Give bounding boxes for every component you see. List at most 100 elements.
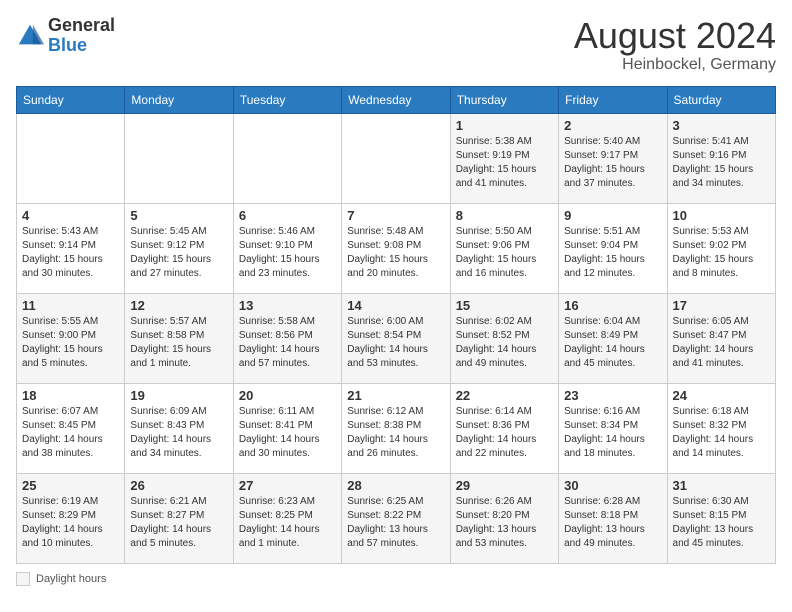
day-number: 29 — [456, 478, 553, 493]
day-number: 21 — [347, 388, 444, 403]
day-number: 28 — [347, 478, 444, 493]
day-info: Sunrise: 6:00 AM Sunset: 8:54 PM Dayligh… — [347, 315, 444, 371]
day-number: 1 — [456, 118, 553, 133]
calendar-cell: 1 Sunrise: 5:38 AM Sunset: 9:19 PM Daylig… — [450, 113, 558, 203]
day-number: 26 — [130, 478, 227, 493]
calendar-cell: 7 Sunrise: 5:48 AM Sunset: 9:08 PM Daylig… — [342, 203, 450, 293]
logo-blue: Blue — [48, 35, 87, 55]
day-number: 4 — [22, 208, 119, 223]
day-header-saturday: Saturday — [667, 86, 775, 113]
day-info: Sunrise: 6:12 AM Sunset: 8:38 PM Dayligh… — [347, 405, 444, 461]
day-info: Sunrise: 6:02 AM Sunset: 8:52 PM Dayligh… — [456, 315, 553, 371]
logo-general: General — [48, 15, 115, 35]
day-info: Sunrise: 6:21 AM Sunset: 8:27 PM Dayligh… — [130, 495, 227, 551]
calendar-cell: 27 Sunrise: 6:23 AM Sunset: 8:25 PM Dayli… — [233, 473, 341, 563]
calendar-week-row: 1 Sunrise: 5:38 AM Sunset: 9:19 PM Daylig… — [17, 113, 776, 203]
day-info: Sunrise: 5:55 AM Sunset: 9:00 PM Dayligh… — [22, 315, 119, 371]
day-number: 13 — [239, 298, 336, 313]
day-info: Sunrise: 6:11 AM Sunset: 8:41 PM Dayligh… — [239, 405, 336, 461]
day-number: 31 — [673, 478, 770, 493]
calendar-cell: 14 Sunrise: 6:00 AM Sunset: 8:54 PM Dayli… — [342, 293, 450, 383]
calendar-cell: 6 Sunrise: 5:46 AM Sunset: 9:10 PM Daylig… — [233, 203, 341, 293]
day-info: Sunrise: 5:57 AM Sunset: 8:58 PM Dayligh… — [130, 315, 227, 371]
day-info: Sunrise: 6:04 AM Sunset: 8:49 PM Dayligh… — [564, 315, 661, 371]
day-number: 6 — [239, 208, 336, 223]
calendar-cell: 30 Sunrise: 6:28 AM Sunset: 8:18 PM Dayli… — [559, 473, 667, 563]
day-header-wednesday: Wednesday — [342, 86, 450, 113]
day-number: 25 — [22, 478, 119, 493]
day-number: 19 — [130, 388, 227, 403]
calendar-cell: 12 Sunrise: 5:57 AM Sunset: 8:58 PM Dayli… — [125, 293, 233, 383]
calendar-cell: 3 Sunrise: 5:41 AM Sunset: 9:16 PM Daylig… — [667, 113, 775, 203]
day-header-friday: Friday — [559, 86, 667, 113]
calendar-table: SundayMondayTuesdayWednesdayThursdayFrid… — [16, 86, 776, 564]
calendar-cell: 10Sunrise: 5:53 AM Sunset: 9:02 PM Dayli… — [667, 203, 775, 293]
day-number: 10 — [673, 208, 770, 223]
calendar-cell: 31 Sunrise: 6:30 AM Sunset: 8:15 PM Dayli… — [667, 473, 775, 563]
day-info: Sunrise: 6:19 AM Sunset: 8:29 PM Dayligh… — [22, 495, 119, 551]
day-number: 9 — [564, 208, 661, 223]
calendar-week-row: 25 Sunrise: 6:19 AM Sunset: 8:29 PM Dayli… — [17, 473, 776, 563]
day-info: Sunrise: 5:38 AM Sunset: 9:19 PM Dayligh… — [456, 135, 553, 191]
calendar-cell: 2 Sunrise: 5:40 AM Sunset: 9:17 PM Daylig… — [559, 113, 667, 203]
calendar-cell: 19 Sunrise: 6:09 AM Sunset: 8:43 PM Dayli… — [125, 383, 233, 473]
calendar-cell: 11 Sunrise: 5:55 AM Sunset: 9:00 PM Dayli… — [17, 293, 125, 383]
calendar-cell: 24Sunrise: 6:18 AM Sunset: 8:32 PM Dayli… — [667, 383, 775, 473]
calendar-cell: 15Sunrise: 6:02 AM Sunset: 8:52 PM Dayli… — [450, 293, 558, 383]
calendar-cell: 23Sunrise: 6:16 AM Sunset: 8:34 PM Dayli… — [559, 383, 667, 473]
day-info: Sunrise: 6:25 AM Sunset: 8:22 PM Dayligh… — [347, 495, 444, 551]
calendar-cell: 25 Sunrise: 6:19 AM Sunset: 8:29 PM Dayli… — [17, 473, 125, 563]
day-info: Sunrise: 6:18 AM Sunset: 8:32 PM Dayligh… — [673, 405, 770, 461]
day-number: 27 — [239, 478, 336, 493]
day-number: 12 — [130, 298, 227, 313]
day-info: Sunrise: 6:30 AM Sunset: 8:15 PM Dayligh… — [673, 495, 770, 551]
calendar-cell: 4 Sunrise: 5:43 AM Sunset: 9:14 PM Daylig… — [17, 203, 125, 293]
calendar-cell: 28 Sunrise: 6:25 AM Sunset: 8:22 PM Dayli… — [342, 473, 450, 563]
day-header-thursday: Thursday — [450, 86, 558, 113]
day-info: Sunrise: 5:58 AM Sunset: 8:56 PM Dayligh… — [239, 315, 336, 371]
day-info: Sunrise: 6:28 AM Sunset: 8:18 PM Dayligh… — [564, 495, 661, 551]
day-header-monday: Monday — [125, 86, 233, 113]
calendar-cell: 22Sunrise: 6:14 AM Sunset: 8:36 PM Dayli… — [450, 383, 558, 473]
day-number: 11 — [22, 298, 119, 313]
calendar-cell: 26 Sunrise: 6:21 AM Sunset: 8:27 PM Dayli… — [125, 473, 233, 563]
daylight-label: Daylight hours — [36, 573, 106, 585]
day-info: Sunrise: 5:46 AM Sunset: 9:10 PM Dayligh… — [239, 225, 336, 281]
calendar-cell — [125, 113, 233, 203]
day-info: Sunrise: 5:48 AM Sunset: 9:08 PM Dayligh… — [347, 225, 444, 281]
day-number: 14 — [347, 298, 444, 313]
location-title: Heinbockel, Germany — [574, 56, 776, 74]
calendar-cell: 18 Sunrise: 6:07 AM Sunset: 8:45 PM Dayli… — [17, 383, 125, 473]
day-info: Sunrise: 5:45 AM Sunset: 9:12 PM Dayligh… — [130, 225, 227, 281]
day-number: 30 — [564, 478, 661, 493]
calendar-header-row: SundayMondayTuesdayWednesdayThursdayFrid… — [17, 86, 776, 113]
day-number: 22 — [456, 388, 553, 403]
calendar-cell: 20Sunrise: 6:11 AM Sunset: 8:41 PM Dayli… — [233, 383, 341, 473]
calendar-cell: 21 Sunrise: 6:12 AM Sunset: 8:38 PM Dayli… — [342, 383, 450, 473]
footer: Daylight hours — [16, 572, 776, 586]
day-number: 2 — [564, 118, 661, 133]
calendar-cell: 5 Sunrise: 5:45 AM Sunset: 9:12 PM Daylig… — [125, 203, 233, 293]
day-info: Sunrise: 5:41 AM Sunset: 9:16 PM Dayligh… — [673, 135, 770, 191]
day-info: Sunrise: 5:50 AM Sunset: 9:06 PM Dayligh… — [456, 225, 553, 281]
day-info: Sunrise: 5:43 AM Sunset: 9:14 PM Dayligh… — [22, 225, 119, 281]
day-number: 7 — [347, 208, 444, 223]
day-header-tuesday: Tuesday — [233, 86, 341, 113]
day-info: Sunrise: 6:16 AM Sunset: 8:34 PM Dayligh… — [564, 405, 661, 461]
day-number: 18 — [22, 388, 119, 403]
daylight-box — [16, 572, 30, 586]
calendar-cell: 29Sunrise: 6:26 AM Sunset: 8:20 PM Dayli… — [450, 473, 558, 563]
day-info: Sunrise: 6:23 AM Sunset: 8:25 PM Dayligh… — [239, 495, 336, 551]
logo-icon — [16, 22, 44, 50]
calendar-week-row: 4 Sunrise: 5:43 AM Sunset: 9:14 PM Daylig… — [17, 203, 776, 293]
day-info: Sunrise: 5:51 AM Sunset: 9:04 PM Dayligh… — [564, 225, 661, 281]
day-header-sunday: Sunday — [17, 86, 125, 113]
title-section: August 2024 Heinbockel, Germany — [574, 16, 776, 74]
day-info: Sunrise: 5:40 AM Sunset: 9:17 PM Dayligh… — [564, 135, 661, 191]
day-info: Sunrise: 6:07 AM Sunset: 8:45 PM Dayligh… — [22, 405, 119, 461]
day-number: 5 — [130, 208, 227, 223]
day-number: 3 — [673, 118, 770, 133]
day-info: Sunrise: 6:09 AM Sunset: 8:43 PM Dayligh… — [130, 405, 227, 461]
calendar-body: 1 Sunrise: 5:38 AM Sunset: 9:19 PM Daylig… — [17, 113, 776, 563]
calendar-cell: 16Sunrise: 6:04 AM Sunset: 8:49 PM Dayli… — [559, 293, 667, 383]
